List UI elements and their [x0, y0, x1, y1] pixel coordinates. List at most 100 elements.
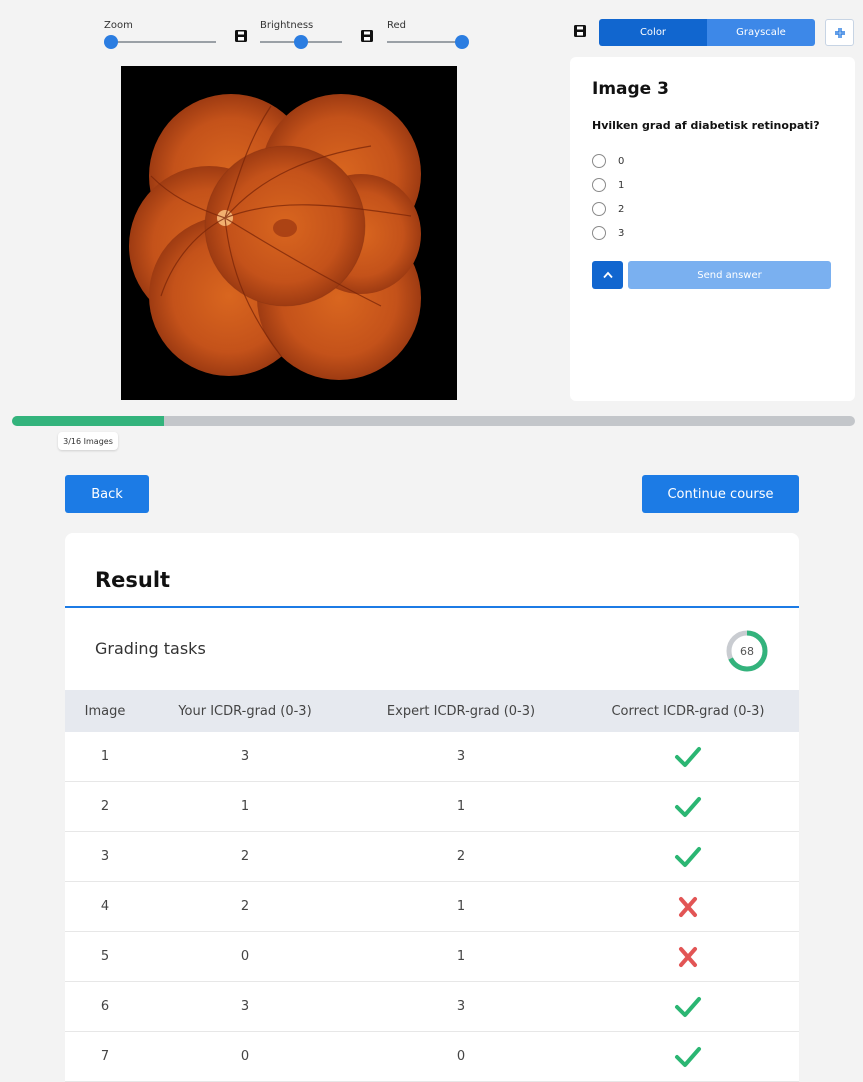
expert-grade: 0 — [456, 1049, 466, 1064]
expert-grade: 3 — [456, 749, 466, 764]
correct-indicator — [577, 846, 799, 868]
red-control: Red — [387, 20, 469, 50]
save-view-button[interactable] — [573, 25, 587, 37]
brightness-control: Brightness — [260, 20, 342, 50]
column-header-image: Image — [84, 703, 126, 719]
column-header-correct: Correct ICDR-grad (0-3) — [611, 703, 765, 719]
title-divider — [65, 606, 799, 608]
radio-button[interactable] — [592, 178, 606, 192]
option-label: 2 — [618, 203, 625, 215]
grayscale-mode-button[interactable]: Grayscale — [707, 19, 815, 46]
back-button[interactable]: Back — [65, 475, 149, 513]
expert-grade: 3 — [456, 999, 466, 1014]
table-row: 1 3 3 — [65, 732, 799, 782]
your-grade: 2 — [240, 899, 250, 914]
score-value: 68 — [740, 644, 754, 658]
send-answer-button[interactable]: Send answer — [628, 261, 831, 289]
correct-indicator — [577, 796, 799, 818]
checkmark-icon — [675, 1046, 701, 1067]
color-mode-button[interactable]: Color — [599, 19, 707, 46]
your-grade: 0 — [240, 1049, 250, 1064]
save-icon — [574, 25, 586, 37]
your-grade: 2 — [240, 849, 250, 864]
column-header-expert-grade: Expert ICDR-grad (0-3) — [386, 703, 536, 719]
save-zoom-button[interactable] — [234, 30, 248, 42]
checkmark-icon — [675, 796, 701, 817]
question-text: Hvilken grad af diabetisk retinopati? — [592, 119, 820, 132]
grade-option-3[interactable]: 3 — [592, 221, 624, 245]
image-number: 5 — [100, 949, 110, 964]
option-label: 0 — [618, 155, 625, 167]
table-header: Image Your ICDR-grad (0-3) Expert ICDR-g… — [65, 690, 799, 732]
expert-grade: 2 — [456, 849, 466, 864]
table-row: 6 3 3 — [65, 982, 799, 1032]
grade-option-1[interactable]: 1 — [592, 173, 624, 197]
radio-button[interactable] — [592, 202, 606, 216]
checkmark-icon — [675, 846, 701, 867]
radio-button[interactable] — [592, 154, 606, 168]
expert-grade: 1 — [456, 799, 466, 814]
expert-grade: 1 — [456, 899, 466, 914]
progress-label: 3/16 Images — [58, 432, 118, 450]
column-header-your-grade: Your ICDR-grad (0-3) — [178, 703, 312, 719]
grade-options: 0 1 2 3 — [592, 149, 624, 245]
option-label: 3 — [618, 227, 625, 239]
cross-icon — [679, 946, 697, 967]
radio-button[interactable] — [592, 226, 606, 240]
fundus-image[interactable] — [121, 66, 457, 400]
image-number: 1 — [100, 749, 110, 764]
cross-icon — [679, 896, 697, 917]
brightness-slider-handle[interactable] — [294, 35, 308, 49]
red-label: Red — [387, 20, 406, 31]
zoom-slider-track[interactable] — [110, 41, 216, 43]
result-panel: Result Grading tasks 68 Image Your ICDR-… — [65, 533, 799, 1082]
checkmark-icon — [675, 746, 701, 767]
your-grade: 3 — [240, 749, 250, 764]
image-number: 4 — [100, 899, 110, 914]
fullscreen-button[interactable] — [825, 19, 854, 46]
score-ring: 68 — [725, 629, 769, 673]
table-row: 4 2 1 — [65, 882, 799, 932]
grading-tasks-label: Grading tasks — [95, 639, 206, 658]
red-slider-track[interactable] — [387, 41, 463, 43]
question-panel: Image 3 Hvilken grad af diabetisk retino… — [570, 57, 855, 401]
table-row: 2 1 1 — [65, 782, 799, 832]
your-grade: 1 — [240, 799, 250, 814]
image-number: 6 — [100, 999, 110, 1014]
result-title: Result — [95, 568, 171, 592]
question-title: Image 3 — [592, 79, 669, 99]
your-grade: 3 — [240, 999, 250, 1014]
brightness-label: Brightness — [260, 20, 314, 31]
retina-montage — [129, 94, 421, 380]
red-slider-handle[interactable] — [455, 35, 469, 49]
zoom-slider-handle[interactable] — [104, 35, 118, 49]
grade-option-0[interactable]: 0 — [592, 149, 624, 173]
image-number: 3 — [100, 849, 110, 864]
progress-fill — [12, 416, 164, 426]
color-mode-toggle: Color Grayscale — [599, 19, 815, 46]
image-number: 7 — [100, 1049, 110, 1064]
zoom-control: Zoom — [104, 20, 216, 50]
table-row: 7 0 0 — [65, 1032, 799, 1082]
save-brightness-button[interactable] — [360, 30, 374, 42]
image-number: 2 — [100, 799, 110, 814]
continue-course-button[interactable]: Continue course — [642, 475, 799, 513]
correct-indicator — [577, 946, 799, 968]
chevron-up-icon — [602, 271, 613, 279]
correct-indicator — [577, 1046, 799, 1068]
table-row: 3 2 2 — [65, 832, 799, 882]
table-row: 5 0 1 — [65, 932, 799, 982]
collapse-arrows-icon — [834, 27, 845, 38]
table-body: 1 3 3 2 1 1 3 2 2 4 2 1 5 0 1 6 3 3 7 0 0 — [65, 732, 799, 1082]
grade-option-2[interactable]: 2 — [592, 197, 624, 221]
option-label: 1 — [618, 179, 625, 191]
collapse-panel-button[interactable] — [592, 261, 623, 289]
image-progress-bar — [12, 416, 855, 426]
results-table: Image Your ICDR-grad (0-3) Expert ICDR-g… — [65, 690, 799, 1082]
correct-indicator — [577, 746, 799, 768]
save-icon — [361, 30, 373, 42]
expert-grade: 1 — [456, 949, 466, 964]
correct-indicator — [577, 896, 799, 918]
correct-indicator — [577, 996, 799, 1018]
zoom-label: Zoom — [104, 20, 133, 31]
